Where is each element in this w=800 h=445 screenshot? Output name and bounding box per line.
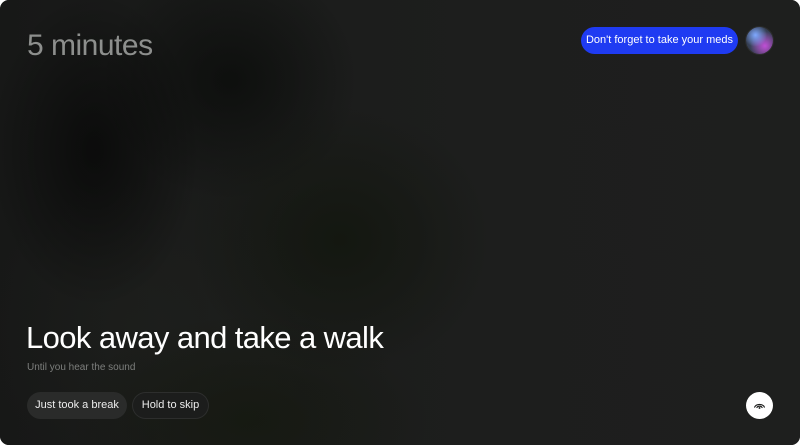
hold-to-skip-button[interactable]: Hold to skip	[132, 392, 209, 419]
reminder-button[interactable]: Don't forget to take your meds	[581, 27, 738, 54]
user-avatar[interactable]	[746, 27, 773, 54]
eye-icon	[753, 399, 766, 412]
eye-toggle-button[interactable]	[746, 392, 773, 419]
break-subline: Until you hear the sound	[27, 362, 136, 373]
break-headline: Look away and take a walk	[26, 320, 384, 355]
break-reminder-window: 5 minutes Don't forget to take your meds…	[0, 0, 800, 445]
countdown-timer: 5 minutes	[27, 29, 153, 62]
just-took-break-button[interactable]: Just took a break	[27, 392, 127, 419]
